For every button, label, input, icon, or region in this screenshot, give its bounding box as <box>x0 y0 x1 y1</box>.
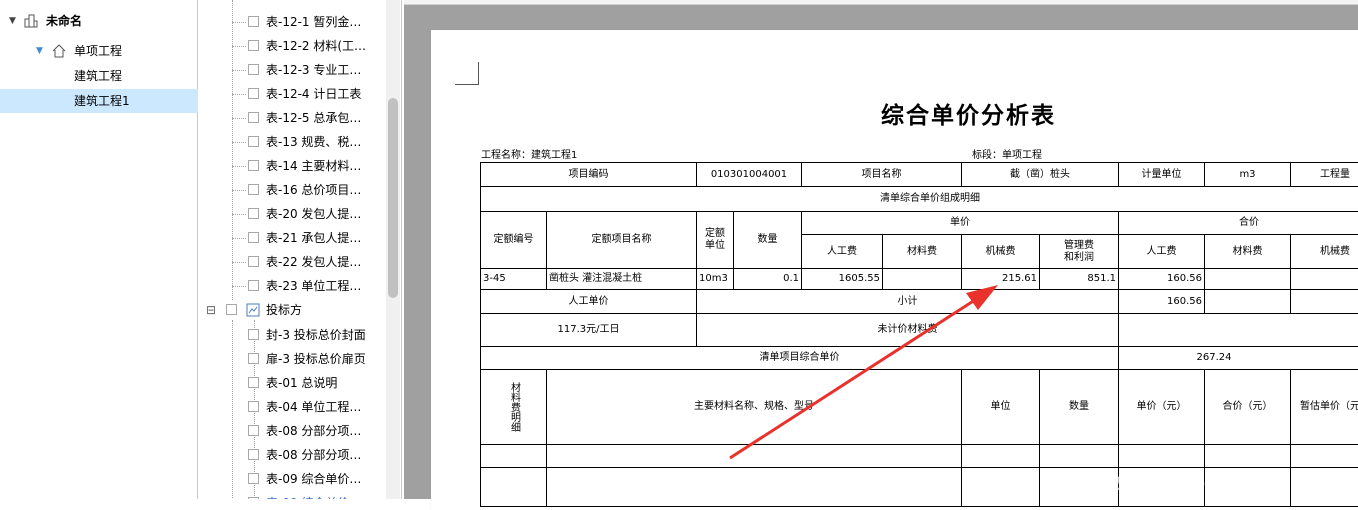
annotation-arrow-icon <box>729 285 998 460</box>
activate-windows-watermark: 激活 Windows <box>1102 472 1231 494</box>
